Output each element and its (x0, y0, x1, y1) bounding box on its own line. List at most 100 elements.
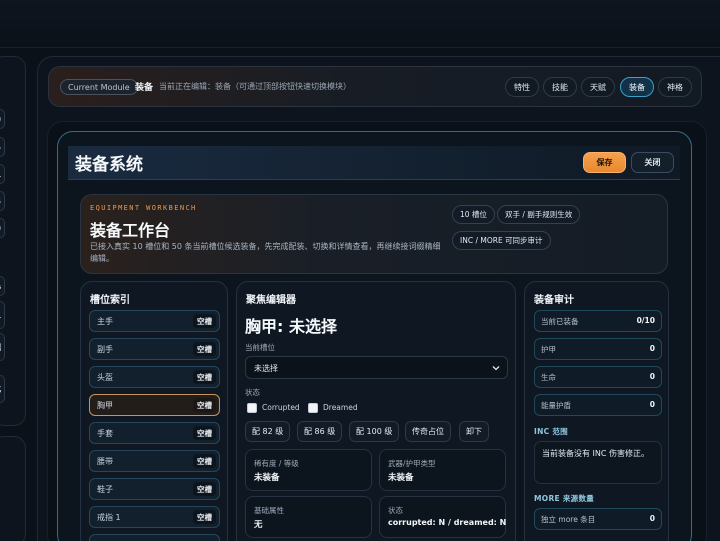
dreamed-checkbox[interactable] (308, 403, 318, 413)
rarity-level-card: 稀有度 / 等级 未装备 (245, 449, 372, 491)
audit-row-energy-shield: 能量护盾 0 (534, 394, 662, 416)
audit-key: 生命 (541, 373, 556, 382)
inc-more-audit-chip: INC / MORE 可同步审计 (452, 231, 551, 250)
card-key: 稀有度 / 等级 (254, 459, 299, 468)
workbench-eyebrow: EQUIPMENT WORKBENCH (90, 204, 197, 212)
audit-value: 0 (649, 400, 655, 409)
tab-talents[interactable]: 天赋 (581, 77, 615, 97)
module-name: 装备 (135, 83, 154, 93)
slot-count-chip: 10 槽位 (452, 205, 495, 224)
rail-tag: 据 (0, 333, 5, 361)
slot-state: 空槽 (193, 482, 216, 496)
audit-value: 0 (649, 514, 655, 523)
corrupted-checkbox[interactable] (247, 403, 257, 413)
slot-item-boots[interactable]: 鞋子 空槽 (89, 478, 220, 500)
card-key: 基础属性 (254, 506, 284, 515)
workbench-card: EQUIPMENT WORKBENCH 装备工作台 已接入真实 10 槽位和 5… (80, 194, 668, 274)
card-value: corrupted: N / dreamed: N (388, 518, 507, 527)
audit-value: 0 (649, 372, 655, 381)
slot-state: 空槽 (193, 398, 216, 412)
slot-item-more[interactable] (89, 534, 220, 541)
state-label: 状态 (245, 388, 260, 397)
audit-row-equipped: 当前已装备 0/10 (534, 310, 662, 332)
save-button[interactable]: 保存 (583, 152, 626, 173)
slot-state: 空槽 (193, 342, 216, 356)
equip-level-82-button[interactable]: 配 82 级 (245, 421, 291, 442)
workbench-description: 已接入真实 10 槽位和 50 条当前槽位候选装备，先完成配装、切换和详情查看，… (90, 242, 441, 263)
slot-item-chest[interactable]: 胸甲 空槽 (89, 394, 220, 416)
audit-key: 独立 more 条目 (541, 515, 596, 524)
audit-key: 护甲 (541, 345, 556, 354)
slot-index-title: 槽位索引 (90, 295, 130, 306)
dual-wield-rule-chip: 双手 / 副手规则生效 (497, 205, 581, 224)
equip-level-100-button[interactable]: 配 100 级 (349, 421, 400, 442)
rail-tag: 1 (0, 301, 5, 329)
slot-label: 胸甲 (97, 401, 113, 410)
audit-row-more-entries: 独立 more 条目 0 (534, 508, 662, 530)
inc-range-text: 当前装备没有 INC 伤害修正。 (534, 441, 662, 484)
tab-divinity[interactable]: 神格 (658, 77, 692, 97)
more-source-label: MORE 来源数量 (534, 494, 595, 503)
tab-equipment[interactable]: 装备 (620, 77, 654, 97)
tab-skills[interactable]: 技能 (543, 77, 577, 97)
left-rail: 50 54 1 25 00 7% 1 据 化 (0, 56, 26, 426)
audit-row-life: 生命 0 (534, 366, 662, 388)
slot-label: 戒指 1 (97, 513, 121, 522)
slot-item-main-hand[interactable]: 主手 空槽 (89, 310, 220, 332)
card-value: 未装备 (388, 473, 414, 483)
current-module-badge: Current Module (60, 79, 138, 95)
focus-editor-panel: 聚焦编辑器 胸甲: 未选择 当前槽位 未选择 状态 Corrupted Drea… (236, 281, 516, 541)
card-value: 未装备 (254, 473, 280, 483)
audit-key: 能量护盾 (541, 401, 571, 410)
slot-label: 副手 (97, 345, 113, 354)
rail-tag: 化 (0, 375, 5, 403)
slot-item-helmet[interactable]: 头盔 空槽 (89, 366, 220, 388)
rail-tag: 25 (0, 191, 5, 211)
corrupted-label: Corrupted (262, 403, 300, 412)
rail-tag: 1 (0, 164, 5, 184)
module-description: 当前正在编辑：装备（可通过顶部按钮快速切换模块） (159, 82, 351, 91)
dreamed-label: Dreamed (323, 403, 358, 412)
slot-index-panel: 槽位索引 主手 空槽 副手 空槽 头盔 空槽 胸甲 空槽 手套 空槽 腰带 空槽… (80, 281, 228, 541)
slot-label: 主手 (97, 317, 113, 326)
slot-state: 空槽 (193, 510, 216, 524)
unequip-button[interactable]: 卸下 (459, 421, 489, 442)
slot-label: 鞋子 (97, 485, 113, 494)
rail-tag: 7% (0, 276, 5, 296)
chevron-down-icon (492, 366, 500, 371)
page-title: 装备系统 (75, 155, 143, 175)
status-card: 状态 corrupted: N / dreamed: N (379, 496, 506, 538)
focus-heading: 胸甲: 未选择 (245, 317, 337, 336)
slot-item-gloves[interactable]: 手套 空槽 (89, 422, 220, 444)
left-rail-lower (0, 436, 26, 541)
card-key: 状态 (388, 506, 403, 515)
current-slot-value: 未选择 (254, 364, 278, 373)
rail-tag: 50 (0, 109, 5, 129)
rail-tag: 54 (0, 137, 5, 157)
module-bar: Current Module 装备 当前正在编辑：装备（可通过顶部按钮快速切换模… (48, 66, 702, 107)
workbench-title: 装备工作台 (90, 221, 171, 240)
card-key: 武器/护甲类型 (388, 459, 436, 468)
weapon-armor-type-card: 武器/护甲类型 未装备 (379, 449, 506, 491)
current-slot-label: 当前槽位 (245, 343, 275, 352)
top-bar (0, 0, 720, 48)
legendary-placeholder-button[interactable]: 传奇占位 (405, 421, 451, 442)
inc-range-label: INC 范围 (534, 427, 568, 436)
equipment-audit-panel: 装备审计 当前已装备 0/10 护甲 0 生命 0 能量护盾 0 INC 范围 … (524, 281, 669, 541)
audit-row-armor: 护甲 0 (534, 338, 662, 360)
close-button[interactable]: 关闭 (631, 152, 674, 173)
slot-item-ring-1[interactable]: 戒指 1 空槽 (89, 506, 220, 528)
slot-item-off-hand[interactable]: 副手 空槽 (89, 338, 220, 360)
slot-label: 腰带 (97, 457, 113, 466)
slot-label: 头盔 (97, 373, 113, 382)
audit-title: 装备审计 (534, 295, 574, 306)
audit-key: 当前已装备 (541, 317, 579, 326)
slot-state: 空槽 (193, 314, 216, 328)
slot-state: 空槽 (193, 426, 216, 440)
current-slot-select[interactable]: 未选择 (245, 356, 508, 379)
equip-level-86-button[interactable]: 配 86 级 (297, 421, 343, 442)
tab-traits[interactable]: 特性 (505, 77, 539, 97)
slot-item-belt[interactable]: 腰带 空槽 (89, 450, 220, 472)
audit-value: 0/10 (636, 316, 655, 325)
card-value: 无 (254, 520, 263, 530)
